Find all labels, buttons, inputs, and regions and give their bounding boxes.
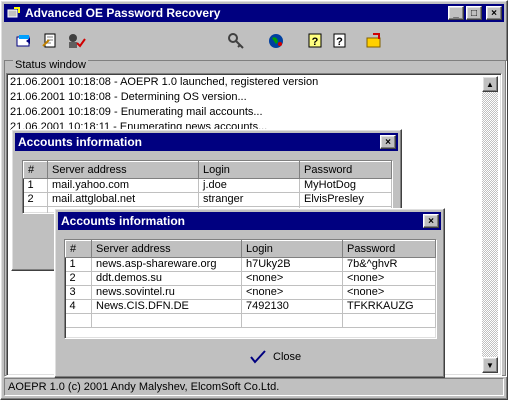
status-bar: AOEPR 1.0 (c) 2001 Andy Malyshev, ElcomS… (4, 378, 504, 396)
close-button[interactable]: × (486, 6, 502, 20)
dialog-title: Accounts information (61, 214, 186, 228)
column-header-password[interactable]: Password (299, 161, 392, 179)
scroll-down-icon[interactable]: ▼ (482, 357, 498, 373)
table-row[interactable]: 1 mail.yahoo.com j.doe MyHotDog (23, 178, 392, 193)
dialog-title-bar[interactable]: Accounts information × (15, 133, 398, 151)
maximize-button[interactable]: □ (466, 6, 482, 20)
cell-number: 2 (23, 192, 48, 207)
checkmark-icon (250, 350, 266, 364)
status-bar-text: AOEPR 1.0 (c) 2001 Andy Malyshev, ElcomS… (8, 381, 280, 393)
cell-server: mail.yahoo.com (47, 178, 199, 193)
cell-login: h7Uky2B (241, 257, 343, 272)
grid-header: # Server address Login Password (23, 161, 392, 179)
grid-header: # Server address Login Password (65, 240, 436, 258)
dialog-title: Accounts information (18, 135, 143, 149)
key-icon[interactable] (226, 31, 246, 51)
column-header-number[interactable]: # (65, 240, 92, 258)
cell-password: <none> (342, 271, 436, 286)
window-title: Advanced OE Password Recovery (25, 6, 221, 20)
cell-login: 7492130 (241, 299, 343, 314)
cell-server: News.CIS.DFN.DE (91, 299, 242, 314)
cell-server: news.asp-shareware.org (91, 257, 242, 272)
help-context-icon[interactable]: ? (330, 31, 350, 51)
cell-number: 3 (65, 285, 92, 300)
log-line: 21.06.2001 10:18:09 - Enumerating mail a… (10, 106, 263, 118)
column-header-server[interactable]: Server address (91, 240, 242, 258)
dialog-close-action-button[interactable]: Close (243, 349, 307, 365)
vertical-scrollbar[interactable]: ▲ ▼ (482, 76, 498, 373)
toolbar: ? ? (4, 25, 504, 57)
table-row[interactable]: 4 News.CIS.DFN.DE 7492130 TFKRKAUZG (65, 299, 436, 314)
help-icon[interactable]: ? (306, 31, 326, 51)
table-row[interactable]: 3 news.sovintel.ru <none> <none> (65, 285, 436, 300)
open-icon[interactable] (14, 31, 34, 51)
column-header-password[interactable]: Password (342, 240, 436, 258)
title-bar[interactable]: Advanced OE Password Recovery _ □ × (4, 4, 504, 22)
user-check-icon[interactable] (66, 31, 86, 51)
dialog-close-button[interactable]: × (423, 214, 439, 228)
globe-icon[interactable] (266, 31, 286, 51)
cell-server: mail.attglobal.net (47, 192, 199, 207)
mail-accounts-grid[interactable]: # Server address Login Password 1 mail.y… (22, 160, 393, 214)
exit-icon[interactable] (364, 31, 384, 51)
table-row[interactable]: 1 news.asp-shareware.org h7Uky2B 7b&^ghv… (65, 257, 436, 272)
log-line: 21.06.2001 10:18:08 - Determining OS ver… (10, 91, 247, 103)
cell-password: <none> (342, 285, 436, 300)
table-row[interactable]: 2 ddt.demos.su <none> <none> (65, 271, 436, 286)
cell-login: <none> (241, 285, 343, 300)
cell-server: ddt.demos.su (91, 271, 242, 286)
cell-number: 1 (65, 257, 92, 272)
cell-number: 2 (65, 271, 92, 286)
table-row[interactable]: 2 mail.attglobal.net stranger ElvisPresl… (23, 192, 392, 207)
cell-login: <none> (241, 271, 343, 286)
scroll-up-icon[interactable]: ▲ (482, 76, 498, 92)
cell-login: j.doe (198, 178, 300, 193)
column-header-number[interactable]: # (23, 161, 48, 179)
cell-password: TFKRKAUZG (342, 299, 436, 314)
cell-server: news.sovintel.ru (91, 285, 242, 300)
minimize-button[interactable]: _ (448, 6, 464, 20)
cell-login: stranger (198, 192, 300, 207)
cell-password: MyHotDog (299, 178, 392, 193)
log-line: 21.06.2001 10:18:08 - AOEPR 1.0 launched… (10, 76, 319, 88)
svg-text:?: ? (312, 36, 319, 48)
dialog-close-button[interactable]: × (380, 135, 396, 149)
cell-number: 4 (65, 299, 92, 314)
column-header-login[interactable]: Login (241, 240, 343, 258)
close-button-label: Close (273, 351, 302, 363)
log-lines: 21.06.2001 10:18:08 - AOEPR 1.0 launched… (7, 74, 501, 136)
app-icon (7, 6, 21, 20)
dialog-title-bar[interactable]: Accounts information × (58, 212, 441, 230)
table-row (65, 313, 436, 328)
column-header-server[interactable]: Server address (47, 161, 199, 179)
column-header-login[interactable]: Login (198, 161, 300, 179)
svg-text:?: ? (336, 36, 343, 48)
cell-password: 7b&^ghvR (342, 257, 436, 272)
status-legend: Status window (13, 59, 88, 71)
accounts-dialog-news: Accounts information × # Server address … (54, 208, 445, 378)
save-icon[interactable] (40, 31, 60, 51)
cell-number: 1 (23, 178, 48, 193)
news-accounts-grid[interactable]: # Server address Login Password 1 news.a… (64, 239, 437, 339)
cell-password: ElvisPresley (299, 192, 392, 207)
